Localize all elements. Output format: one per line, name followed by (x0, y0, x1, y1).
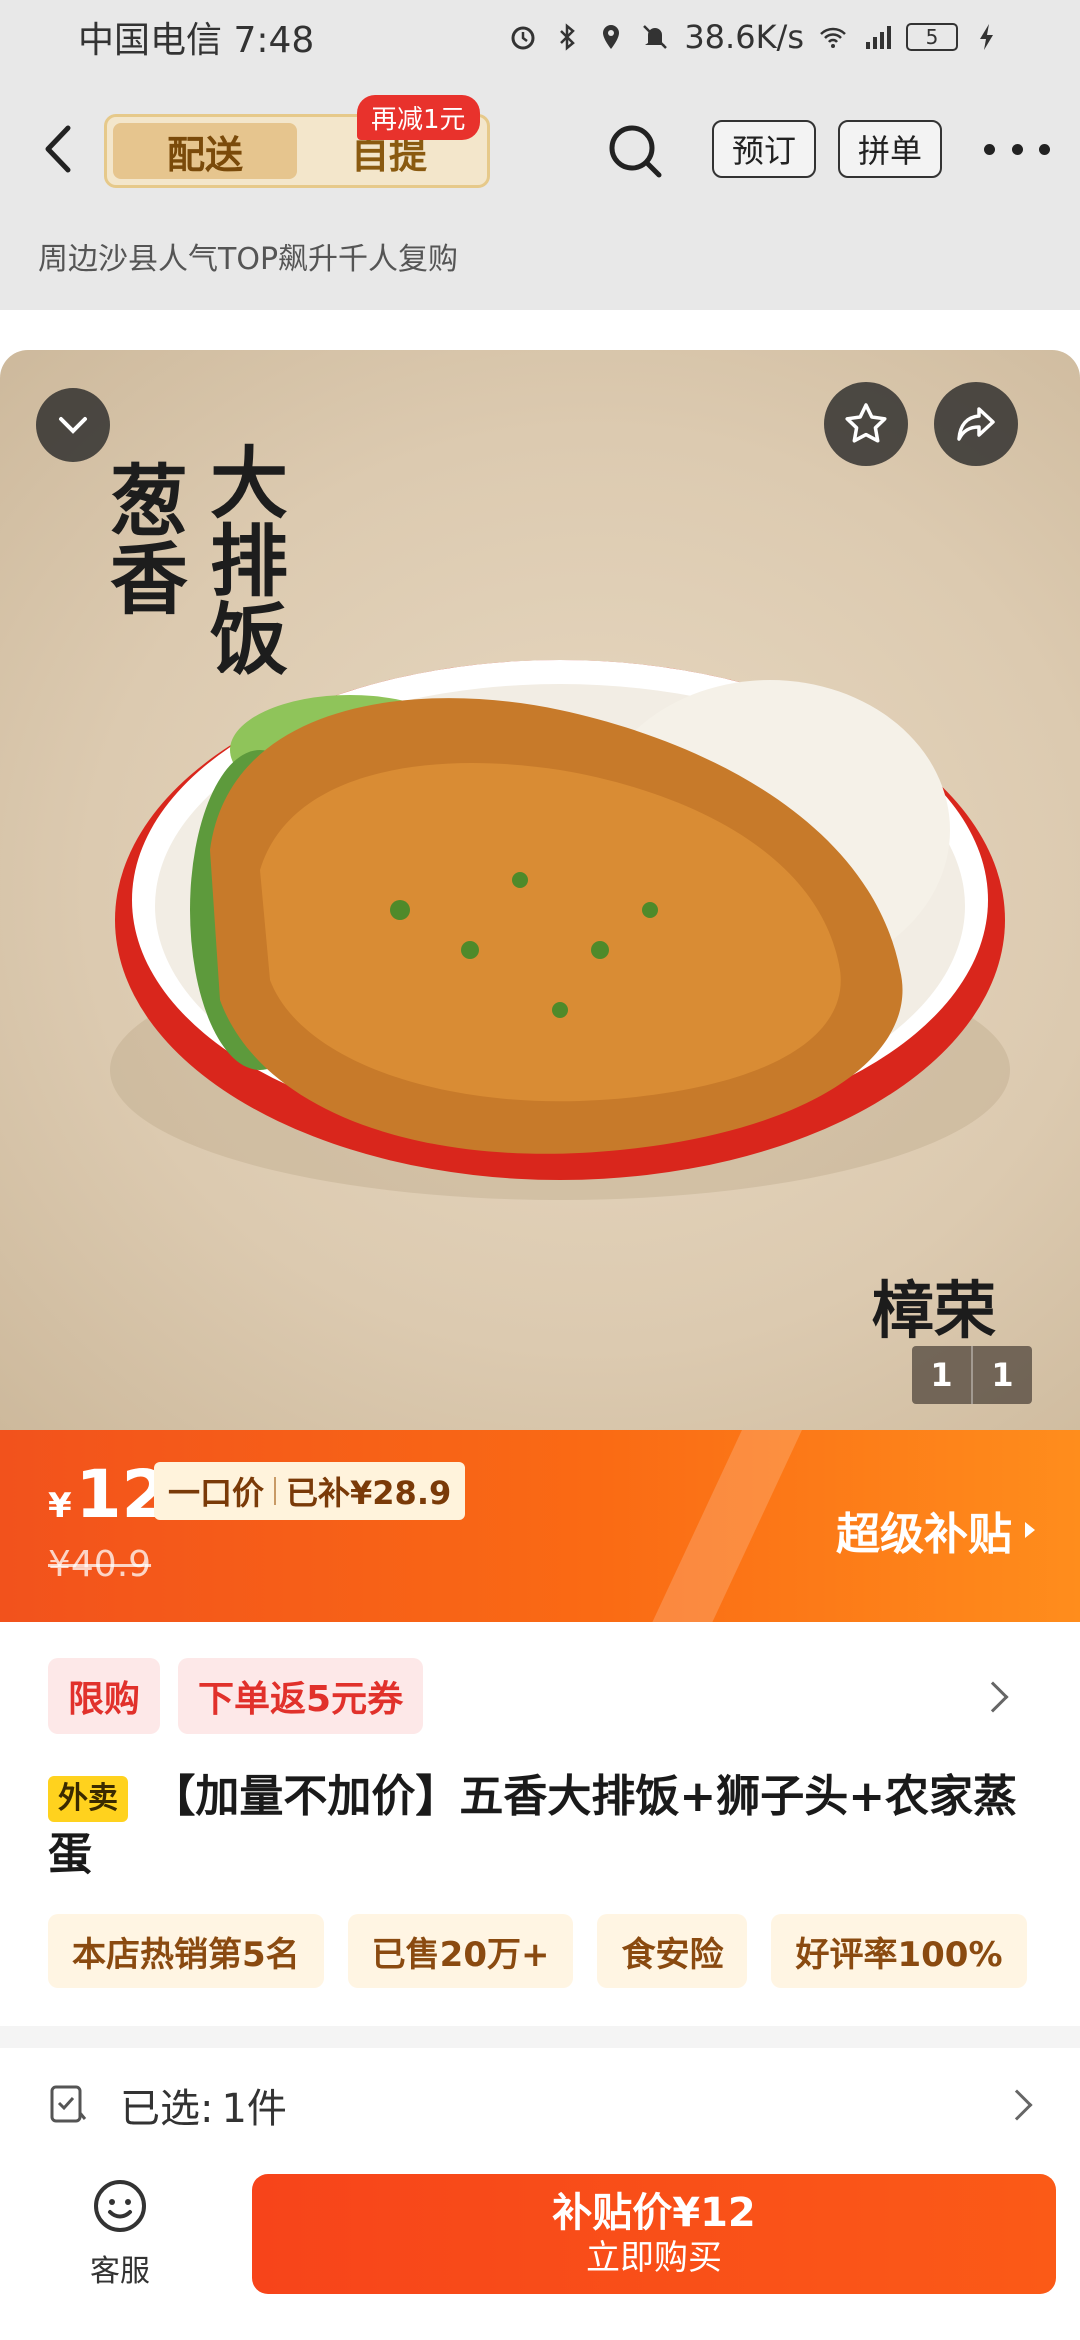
battery-level: 5 (925, 25, 939, 49)
net-speed: 38.6K/s (684, 18, 804, 56)
currency-symbol: ¥ (48, 1486, 72, 1526)
promo-chevron-right-icon[interactable] (977, 1681, 1009, 1713)
nav-row: 配送 自提 再减1元 预订 拼单 (0, 74, 1080, 224)
collapse-button[interactable] (36, 388, 110, 462)
feature-tag: 本店热销第5名 (48, 1914, 324, 1988)
checklist-icon (50, 2085, 87, 2123)
product-name: 【加量不加价】五香大排饭+狮子头+农家蒸蛋 (48, 1771, 1018, 1880)
price-tag: 一口价 已补¥28.9 (154, 1462, 466, 1520)
purchase-limit-tag: 限购 (48, 1658, 161, 1734)
banner-decoration (639, 1430, 821, 1622)
page-current: 1 (912, 1346, 973, 1404)
battery-icon: 5 (906, 23, 958, 51)
location-icon (603, 25, 620, 49)
buy-now-button[interactable]: 补贴价¥12 立即购买 (252, 2174, 1056, 2294)
feature-tag: 好评率100% (771, 1914, 1027, 1988)
wifi-icon (820, 27, 846, 48)
promo-tags: 限购 下单返5元券 (48, 1658, 424, 1734)
coupon-return-tag: 下单返5元券 (178, 1658, 424, 1734)
status-bar: 中国电信 7:48 38.6K/s 5 (0, 0, 1080, 74)
more-options-icon[interactable] (984, 124, 1050, 174)
carrier-time: 中国电信 7:48 (78, 20, 315, 61)
share-icon (957, 407, 995, 441)
subsidy-amount: 已补¥28.9 (286, 1474, 452, 1512)
feature-tag: 食安险 (597, 1914, 748, 1988)
super-subsidy-link[interactable]: 超级补贴 (836, 1498, 1038, 1562)
selection-label: 已选: (120, 2086, 214, 2132)
super-subsidy-label: 超级补贴 (836, 1509, 1012, 1560)
feature-tag: 已售20万+ (347, 1914, 574, 1988)
favorite-button[interactable] (824, 382, 908, 466)
original-price: ¥40.9 (48, 1544, 152, 1585)
buy-price: 补贴价¥12 (552, 2190, 756, 2236)
selection-chevron-right-icon (1001, 2089, 1033, 2121)
signal-icon (866, 26, 891, 49)
chevron-down-icon (59, 417, 87, 434)
bottom-action-bar: 客服 补贴价¥12 立即购买 (0, 2150, 1080, 2340)
hero-title-line2: 葱香 (97, 460, 188, 616)
product-title: 外卖 【加量不加价】五香大排饭+狮子头+农家蒸蛋 (48, 1768, 1038, 1884)
star-icon (845, 403, 887, 443)
selection-row[interactable]: 已选: 1件 (0, 2060, 1080, 2150)
tag-separator (274, 1477, 277, 1505)
chat-smile-icon (94, 2180, 146, 2232)
hero-title-line1: 大排饭 (197, 442, 288, 676)
search-icon[interactable] (604, 120, 668, 184)
current-price: ¥ 12 (48, 1456, 168, 1533)
feature-tags: 本店热销第5名 已售20万+ 食安险 好评率100% (48, 1914, 1027, 1988)
triangle-right-icon (1025, 1522, 1035, 1538)
page-total: 1 (991, 1356, 1014, 1394)
mute-bell-icon (643, 25, 668, 49)
image-page-indicator: 1 1 (912, 1346, 1032, 1404)
price-banner: ¥ 12 一口价 已补¥28.9 ¥40.9 超级补贴 (0, 1430, 1080, 1622)
bluetooth-icon (560, 23, 576, 51)
pickup-discount-badge: 再减1元 (357, 95, 480, 140)
product-image[interactable]: 大排饭 葱香 樟荣 1 1 (0, 350, 1080, 1430)
brand-logo: 樟荣 (872, 1274, 997, 1347)
back-arrow-icon[interactable] (30, 116, 90, 182)
group-order-button[interactable]: 拼单 (838, 120, 942, 178)
top-nav-area: 配送 自提 再减1元 预订 拼单 周边沙县人气TOP飙升千人复购 (0, 74, 1080, 310)
alarm-icon (511, 26, 535, 50)
status-icons: 38.6K/s 5 (508, 18, 1002, 56)
fixed-price-label: 一口价 (168, 1474, 265, 1512)
delivery-mode-switch: 配送 自提 再减1元 (104, 95, 490, 188)
charging-icon (980, 24, 993, 50)
customer-service-button[interactable]: 客服 (70, 2176, 170, 2290)
service-label: 客服 (90, 2254, 150, 2289)
channel-badge: 外卖 (48, 1776, 128, 1822)
tab-delivery[interactable]: 配送 (113, 123, 297, 179)
store-slogan: 周边沙县人气TOP飙升千人复购 (38, 242, 459, 277)
section-divider (0, 2026, 1080, 2048)
selection-value: 1件 (221, 2086, 287, 2132)
share-button[interactable] (934, 382, 1018, 466)
reserve-button[interactable]: 预订 (712, 120, 816, 178)
buy-label: 立即购买 (586, 2238, 722, 2278)
